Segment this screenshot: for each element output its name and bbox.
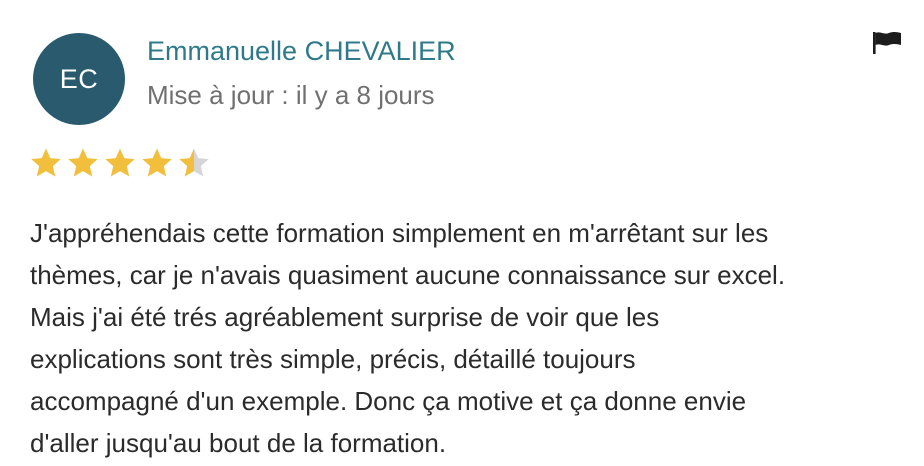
review-card: EC Emmanuelle CHEVALIER Mise à jour : il… — [0, 0, 924, 466]
star-icon — [105, 148, 135, 177]
star-icon — [68, 148, 98, 177]
avatar-initials: EC — [59, 63, 99, 94]
review-text-line: thèmes, car je n'avais quasiment aucune … — [30, 260, 786, 290]
review-text-line: J'appréhendais cette formation simplemen… — [30, 218, 769, 248]
star-icon — [142, 148, 172, 177]
updated-timestamp: Mise à jour : il y a 8 jours — [147, 80, 435, 110]
star-icon — [31, 148, 61, 177]
review-text-line: d'aller jusqu'au bout de la formation. — [30, 428, 447, 458]
review-text-line: Mais j'ai été trés agréablement surprise… — [30, 302, 660, 332]
author-name[interactable]: Emmanuelle CHEVALIER — [147, 36, 456, 67]
review-text-line: explications sont très simple, précis, d… — [30, 344, 636, 374]
review-text-line: accompagné d'un exemple. Donc ça motive … — [30, 386, 747, 416]
star-icon — [179, 148, 209, 177]
review-text: J'appréhendais cette formation simplemen… — [30, 212, 900, 464]
star-rating — [29, 146, 211, 180]
flag-icon[interactable] — [872, 30, 902, 54]
avatar: EC — [33, 33, 125, 125]
